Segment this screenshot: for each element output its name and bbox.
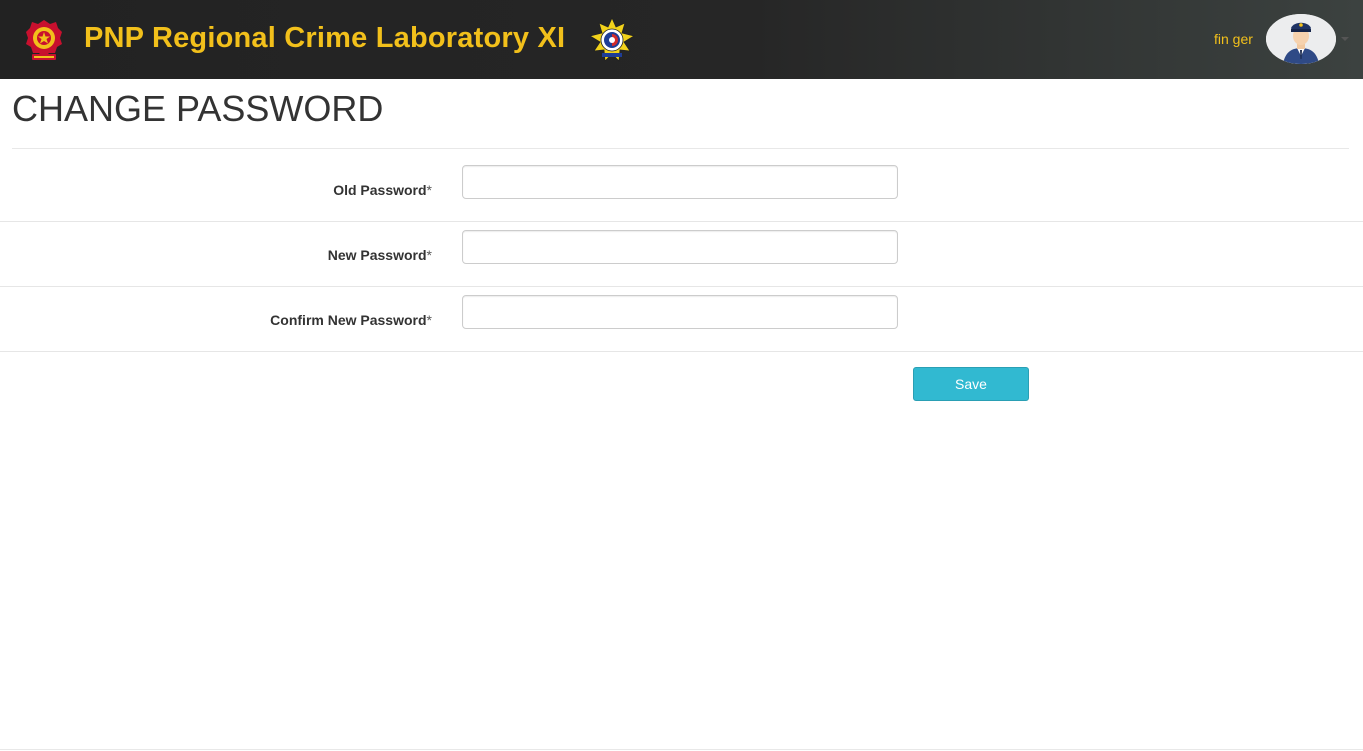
required-marker: * [426,182,432,198]
user-menu-name[interactable]: fin ger [1214,30,1253,48]
chevron-down-icon[interactable] [1341,37,1349,41]
required-marker: * [426,247,432,263]
required-marker: * [426,312,432,328]
confirm-password-label: Confirm New Password* [270,312,432,328]
police-officer-avatar-icon[interactable] [1266,14,1336,64]
form-row-new-password: New Password* [0,222,1363,287]
crime-lab-badge-icon [588,17,636,63]
page-title: CHANGE PASSWORD [12,88,384,129]
old-password-input[interactable] [462,165,898,199]
old-password-label: Old Password* [333,182,432,198]
form-row-old-password: Old Password* [0,157,1363,222]
top-navbar: PNP Regional Crime Laboratory XI fin ger [0,0,1363,79]
save-button[interactable]: Save [913,367,1029,401]
title-divider [12,148,1349,149]
brand-title[interactable]: PNP Regional Crime Laboratory XI [84,19,565,57]
confirm-password-input[interactable] [462,295,898,329]
new-password-input[interactable] [462,230,898,264]
form-row-confirm-password: Confirm New Password* [0,287,1363,352]
footer-divider [0,749,1363,750]
new-password-label: New Password* [327,247,432,263]
pnp-seal-icon[interactable] [24,18,64,62]
